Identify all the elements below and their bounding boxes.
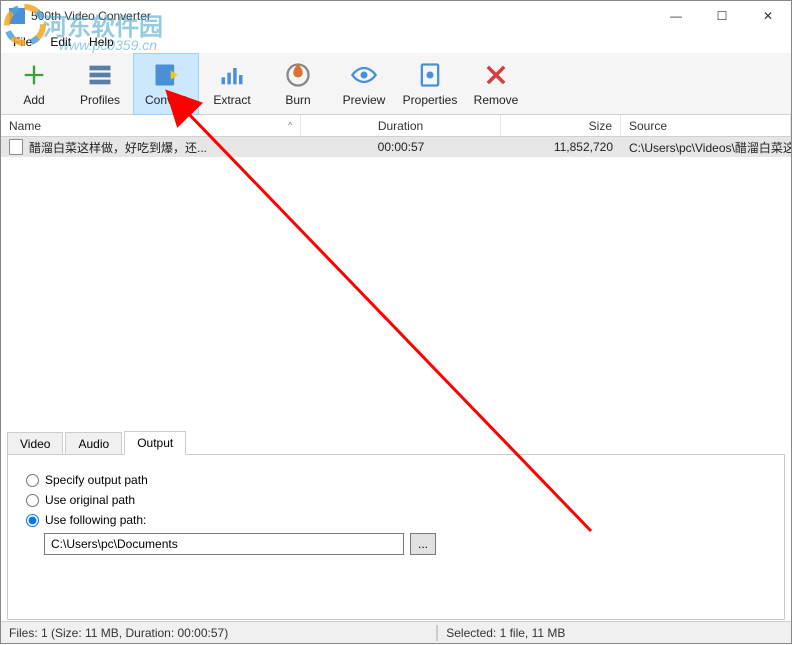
cell-source: C:\Users\pc\Videos\醋溜白菜这... (621, 139, 791, 156)
convert-icon (152, 61, 180, 89)
cell-size: 11,852,720 (501, 140, 621, 154)
convert-button[interactable]: Convert (133, 53, 199, 115)
maximize-button[interactable]: ☐ (699, 1, 745, 31)
tab-video[interactable]: Video (7, 432, 63, 455)
tab-output[interactable]: Output (124, 431, 186, 455)
status-files: Files: 1 (Size: 11 MB, Duration: 00:00:5… (9, 626, 228, 640)
column-size[interactable]: Size (501, 115, 621, 136)
radio-specify-path[interactable]: Specify output path (26, 473, 766, 487)
status-separator (436, 625, 438, 641)
browse-button[interactable]: ... (410, 533, 436, 555)
radio-following-path[interactable]: Use following path: (26, 513, 766, 527)
preview-button[interactable]: Preview (331, 53, 397, 115)
list-header: Name^ Duration Size Source (1, 115, 791, 137)
window-title: 500th Video Converter (31, 9, 653, 23)
menu-edit[interactable]: Edit (42, 33, 79, 51)
titlebar: 500th Video Converter — ☐ ✕ (1, 1, 791, 31)
close-button[interactable]: ✕ (745, 1, 791, 31)
menu-help[interactable]: Help (81, 33, 122, 51)
column-duration[interactable]: Duration (301, 115, 501, 136)
eye-icon (350, 61, 378, 89)
sort-indicator: ^ (288, 121, 292, 130)
menubar: File Edit Help (1, 31, 791, 53)
burn-button[interactable]: Burn (265, 53, 331, 115)
remove-icon (482, 61, 510, 89)
add-button[interactable]: Add (1, 53, 67, 115)
properties-button[interactable]: Properties (397, 53, 463, 115)
cell-name: 醋溜白菜这样做，好吃到爆，还... (1, 139, 301, 156)
radio-following-input[interactable] (26, 514, 39, 527)
status-selected: Selected: 1 file, 11 MB (446, 626, 565, 640)
profiles-icon (86, 61, 114, 89)
list-row[interactable]: 醋溜白菜这样做，好吃到爆，还... 00:00:57 11,852,720 C:… (1, 137, 791, 157)
statusbar: Files: 1 (Size: 11 MB, Duration: 00:00:5… (1, 621, 791, 643)
app-icon (9, 8, 25, 24)
profiles-button[interactable]: Profiles (67, 53, 133, 115)
minimize-button[interactable]: — (653, 1, 699, 31)
column-name[interactable]: Name^ (1, 115, 301, 136)
remove-button[interactable]: Remove (463, 53, 529, 115)
burn-icon (284, 61, 312, 89)
output-path-input[interactable] (44, 533, 404, 555)
tab-content-output: Specify output path Use original path Us… (7, 454, 785, 620)
toolbar: Add Profiles Convert Extract Burn Previe… (1, 53, 791, 115)
bottom-panel: Video Audio Output Specify output path U… (7, 431, 785, 621)
extract-icon (218, 61, 246, 89)
menu-file[interactable]: File (5, 33, 40, 51)
radio-original-input[interactable] (26, 494, 39, 507)
cell-duration: 00:00:57 (301, 140, 501, 154)
properties-icon (416, 61, 444, 89)
file-icon (9, 139, 23, 155)
radio-specify-input[interactable] (26, 474, 39, 487)
column-source[interactable]: Source (621, 115, 791, 136)
tab-audio[interactable]: Audio (65, 432, 122, 455)
plus-icon (20, 61, 48, 89)
extract-button[interactable]: Extract (199, 53, 265, 115)
tabs-header: Video Audio Output (7, 431, 785, 455)
radio-original-path[interactable]: Use original path (26, 493, 766, 507)
